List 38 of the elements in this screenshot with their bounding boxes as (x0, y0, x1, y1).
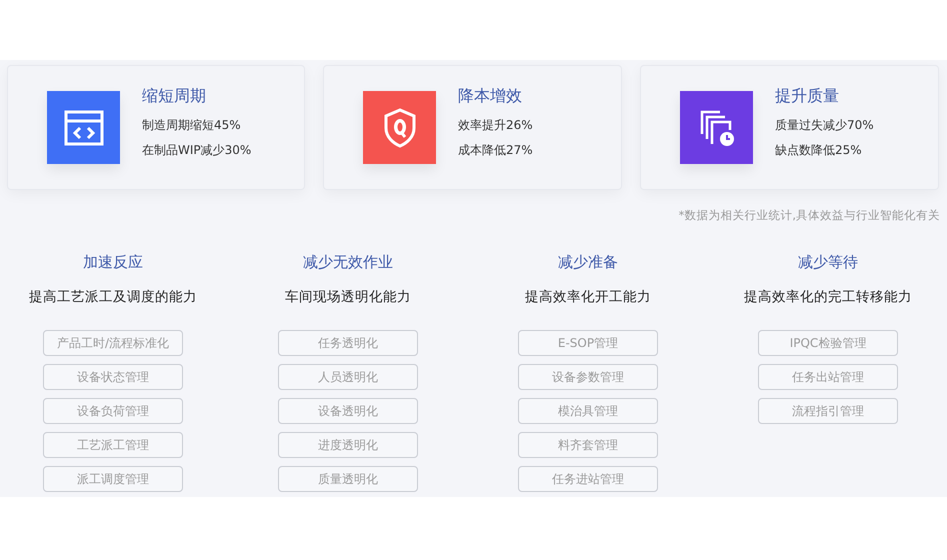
feature-tag: 料齐套管理 (518, 432, 658, 458)
column-title: 减少准备 (558, 253, 618, 272)
feature-tag: E-SOP管理 (518, 330, 658, 356)
feature-tag: 模治具管理 (518, 398, 658, 424)
column-subtitle: 提高效率化的完工转移能力 (744, 288, 912, 306)
stat-text: 在制品WIP减少30% (142, 142, 252, 159)
stat-text: 效率提升26% (458, 117, 533, 134)
feature-tag: 产品工时/流程标准化 (43, 330, 183, 356)
feature-tag: 任务透明化 (278, 330, 418, 356)
feature-tag: 设备状态管理 (43, 364, 183, 390)
stat-text: 质量过失减少70% (775, 117, 874, 134)
feature-tag: 工艺派工管理 (43, 432, 183, 458)
column-subtitle: 车间现场透明化能力 (285, 288, 411, 306)
column-subtitle: 提高工艺派工及调度的能力 (29, 288, 197, 306)
column-title: 减少无效作业 (303, 253, 393, 272)
column-title: 减少等待 (798, 253, 858, 272)
code-window-icon (64, 110, 104, 146)
column-subtitle: 提高效率化开工能力 (525, 288, 651, 306)
feature-tag: 任务出站管理 (758, 364, 898, 390)
card-title: 提升质量 (775, 86, 840, 107)
feature-tag: 任务进站管理 (518, 466, 658, 492)
feature-tag: 人员透明化 (278, 364, 418, 390)
stat-text: 成本降低27% (458, 142, 533, 159)
feature-tag: 设备负荷管理 (43, 398, 183, 424)
feature-tag: 进度透明化 (278, 432, 418, 458)
stat-text: 缺点数降低25% (775, 142, 863, 159)
feature-tag: 设备透明化 (278, 398, 418, 424)
feature-tag: IPQC检验管理 (758, 330, 898, 356)
shield-icon (382, 108, 416, 148)
card-title: 缩短周期 (142, 86, 207, 107)
feature-tag: 流程指引管理 (758, 398, 898, 424)
column-title: 加速反应 (83, 253, 143, 272)
feature-tag: 设备参数管理 (518, 364, 658, 390)
footnote: *数据为相关行业统计,具体效益与行业智能化有关 (678, 208, 940, 223)
feature-tag: 派工调度管理 (43, 466, 183, 492)
card-title: 降本增效 (458, 86, 523, 107)
stat-text: 制造周期缩短45% (142, 117, 242, 134)
feature-tag: 质量透明化 (278, 466, 418, 492)
